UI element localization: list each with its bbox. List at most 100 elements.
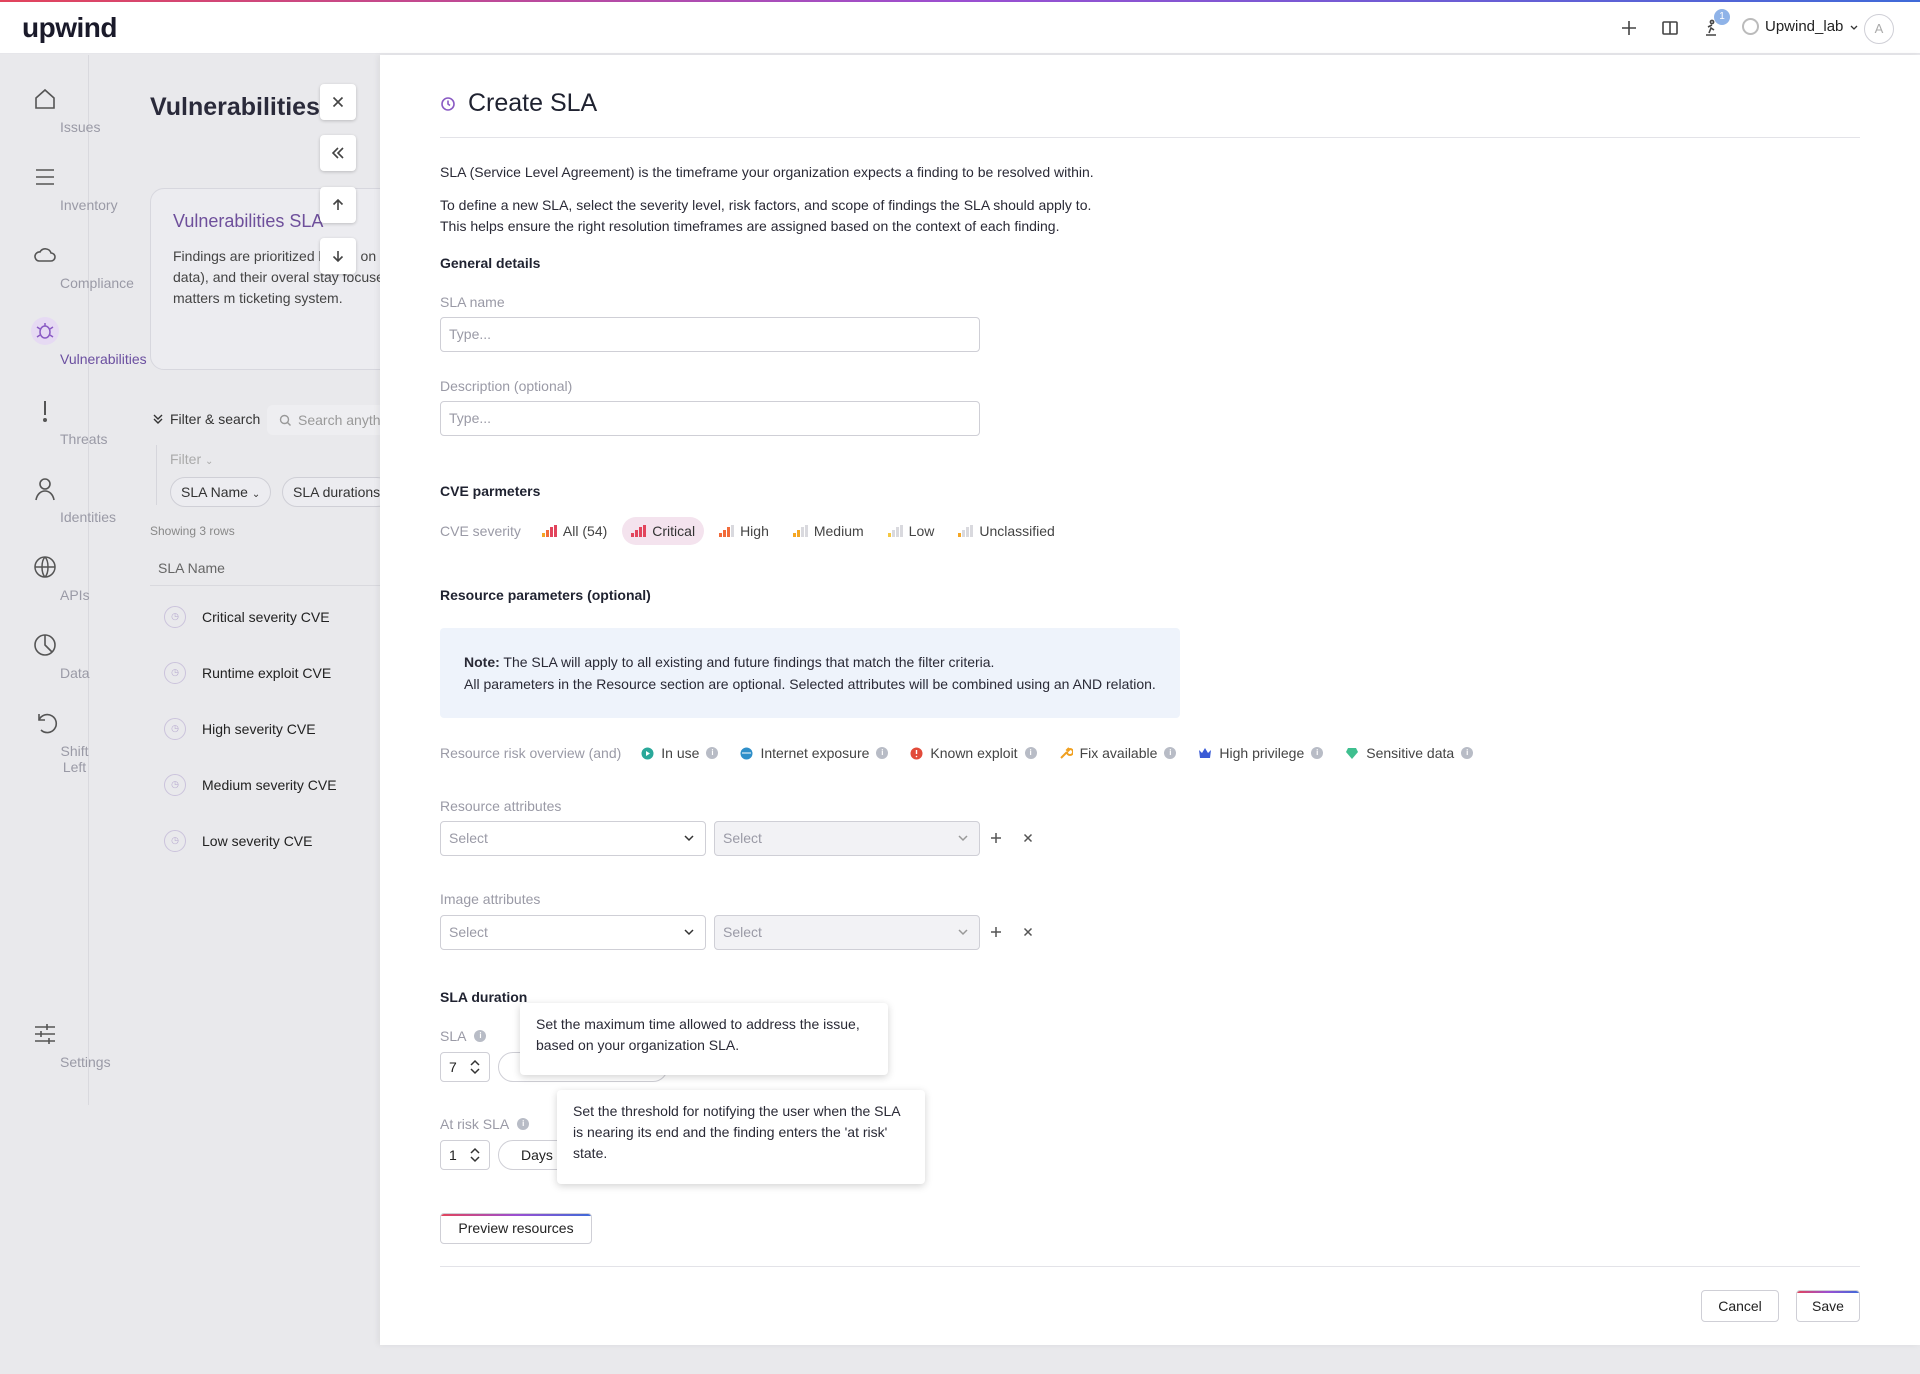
table-row[interactable]: ◷ Medium severity CVE <box>164 774 337 796</box>
image-attribute-key-select[interactable]: Select <box>440 915 706 950</box>
info-icon[interactable]: i <box>1461 747 1474 759</box>
book-icon[interactable] <box>1658 16 1682 40</box>
chevron-down-icon <box>1849 22 1859 32</box>
close-icon[interactable] <box>1020 830 1036 846</box>
table-row[interactable]: ◷ Critical severity CVE <box>164 606 330 628</box>
resource-attribute-value-select[interactable]: Select <box>714 821 980 856</box>
collapse-drawer-button[interactable] <box>320 135 356 171</box>
close-icon[interactable] <box>1020 924 1036 940</box>
resource-attribute-key-select[interactable]: Select <box>440 821 706 856</box>
description-input[interactable]: Type... <box>440 401 980 436</box>
risk-label: High privilege <box>1219 745 1305 761</box>
wrench-icon <box>1059 746 1073 760</box>
info-icon[interactable]: i <box>1164 747 1177 759</box>
plus-icon[interactable] <box>988 830 1004 846</box>
arrow-down-icon <box>330 248 346 264</box>
severity-option-critical[interactable]: Critical <box>622 517 705 545</box>
filter-dropdown[interactable]: Filter ⌄ <box>170 451 213 467</box>
table-row[interactable]: ◷ High severity CVE <box>164 718 316 740</box>
close-drawer-button[interactable] <box>320 84 356 120</box>
severity-option-medium[interactable]: Medium <box>784 517 873 545</box>
severity-bars-icon <box>958 525 974 537</box>
plus-icon[interactable] <box>988 924 1004 940</box>
tooltip-at-risk: Set the threshold for notifying the user… <box>557 1090 925 1184</box>
at-risk-value-stepper[interactable]: 1 <box>440 1140 490 1170</box>
sidebar-item-compliance[interactable]: Compliance <box>0 241 134 291</box>
column-header-sla-name[interactable]: SLA Name <box>158 560 225 576</box>
info-icon[interactable]: i <box>1024 747 1037 759</box>
sidebar-item-threats[interactable]: Threats <box>0 397 107 447</box>
sidebar-item-apis[interactable]: APIs <box>0 553 90 603</box>
sliders-icon <box>31 1020 59 1048</box>
divider <box>440 137 1860 138</box>
exclamation-icon <box>31 397 59 425</box>
severity-option-high[interactable]: High <box>710 517 778 545</box>
sidebar-item-data[interactable]: Data <box>0 631 90 681</box>
logo[interactable]: upwind <box>22 12 117 44</box>
sidebar-item-vulnerabilities[interactable]: Vulnerabilities <box>0 317 147 367</box>
arrow-up-icon <box>330 197 346 213</box>
clock-icon <box>440 96 456 112</box>
previous-item-button[interactable] <box>320 187 356 223</box>
cve-severity-selector: CVE severity All (54) Critical High Medi… <box>440 517 1070 545</box>
risk-sensitive-data[interactable]: Sensitive data i <box>1345 745 1474 761</box>
risk-label: Fix available <box>1079 745 1158 761</box>
sidebar-item-shift-left[interactable]: Shift Left <box>0 709 89 775</box>
risk-internet-exposure[interactable]: Internet exposure i <box>740 745 889 761</box>
up-down-arrows-icon[interactable] <box>469 1058 481 1076</box>
filter-search-toggle[interactable]: Filter & search <box>152 411 260 427</box>
cancel-button[interactable]: Cancel <box>1701 1290 1779 1322</box>
info-icon[interactable]: i <box>876 747 889 759</box>
risk-high-privilege[interactable]: High privilege i <box>1198 745 1324 761</box>
sidebar-item-identities[interactable]: Identities <box>0 475 116 525</box>
pill-sla-name[interactable]: SLA Name ⌄ <box>170 477 272 507</box>
preview-resources-button[interactable]: Preview resources <box>440 1213 592 1244</box>
table-row[interactable]: ◷ Low severity CVE <box>164 830 312 852</box>
severity-bars-icon <box>631 525 647 537</box>
description-label: Description (optional) <box>440 378 573 394</box>
row-name: Runtime exploit CVE <box>202 665 332 681</box>
pill-label: SLA durations <box>293 484 381 500</box>
info-icon[interactable]: i <box>517 1118 530 1130</box>
sidebar-item-issues[interactable]: Issues <box>0 85 100 135</box>
up-down-arrows-icon[interactable] <box>469 1146 481 1164</box>
page-title: Vulnerabilities <box>150 93 320 121</box>
table-row[interactable]: ◷ Runtime exploit CVE <box>164 662 331 684</box>
sla-clock-icon: ◷ <box>164 718 186 740</box>
severity-option-all[interactable]: All (54) <box>533 517 616 545</box>
next-item-button[interactable] <box>320 238 356 274</box>
risk-fix-available[interactable]: Fix available i <box>1059 745 1177 761</box>
risk-in-use[interactable]: In use i <box>641 745 719 761</box>
pill-label: SLA Name <box>181 484 248 500</box>
row-name: Critical severity CVE <box>202 609 330 625</box>
info-icon[interactable]: i <box>474 1030 487 1042</box>
days-option: Days <box>521 1147 553 1163</box>
sla-value-stepper[interactable]: 7 <box>440 1052 490 1082</box>
note-bold: Note: <box>464 654 500 670</box>
image-attribute-value-select[interactable]: Select <box>714 915 980 950</box>
pill-sla-durations[interactable]: SLA durations <box>282 477 392 507</box>
crown-icon <box>1198 746 1212 760</box>
globe-icon <box>31 553 59 581</box>
severity-label: High <box>740 523 769 539</box>
stepper-value: 1 <box>449 1147 457 1163</box>
org-name: Upwind_lab <box>1765 18 1844 35</box>
sidebar-item-label: APIs <box>60 587 90 603</box>
info-icon[interactable]: i <box>1311 747 1324 759</box>
severity-option-unclassified[interactable]: Unclassified <box>949 517 1063 545</box>
risk-known-exploit[interactable]: Known exploit i <box>910 745 1037 761</box>
severity-option-low[interactable]: Low <box>879 517 944 545</box>
double-chevron-down-icon <box>152 413 164 425</box>
avatar[interactable]: A <box>1864 14 1894 44</box>
sla-name-input[interactable]: Type... <box>440 317 980 352</box>
user-icon <box>31 475 59 503</box>
plus-icon[interactable] <box>1617 16 1641 40</box>
sidebar-item-settings[interactable]: Settings <box>0 1020 111 1070</box>
sidebar-item-inventory[interactable]: Inventory <box>0 163 118 213</box>
org-switcher[interactable]: Upwind_lab <box>1742 18 1859 35</box>
home-icon <box>31 85 59 113</box>
info-icon[interactable]: i <box>706 747 719 759</box>
stepper-value: 7 <box>449 1059 457 1075</box>
save-button[interactable]: Save <box>1796 1290 1860 1322</box>
select-placeholder: Select <box>449 924 488 940</box>
